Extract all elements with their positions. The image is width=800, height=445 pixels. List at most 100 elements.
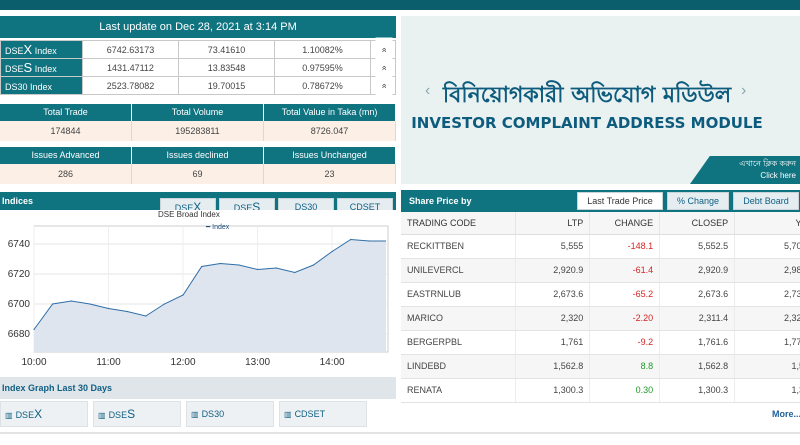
bar-chart-icon: ▥ bbox=[284, 410, 292, 419]
data-point bbox=[368, 240, 370, 242]
index-row[interactable]: DSES Index 1431.47112 13.83548 0.97595%» bbox=[0, 55, 396, 80]
graph30-title: Index Graph Last 30 Days bbox=[2, 383, 113, 393]
index-name-suffix: Index bbox=[32, 46, 57, 56]
trade-value-cell: 8726.047 bbox=[264, 121, 396, 141]
index-name-letter: S bbox=[23, 60, 33, 75]
index-name-letter: X bbox=[23, 42, 33, 57]
table-row[interactable]: LINDEBD1,562.88.81,562.81,554 bbox=[401, 354, 800, 379]
change-cell: -2.20 bbox=[589, 306, 661, 331]
column-header-trading-code[interactable]: TRADING CODE bbox=[401, 212, 517, 235]
table-row[interactable]: RECKITTBEN5,555-148.15,552.55,703.1 bbox=[401, 234, 800, 259]
tab-debt-board[interactable]: Debt Board bbox=[733, 192, 799, 210]
ltp-cell: 2,673.6 bbox=[515, 282, 591, 307]
legend-label: Index bbox=[212, 224, 230, 231]
table-row[interactable]: UNILEVERCL2,920.9-61.42,920.92,982.3 bbox=[401, 258, 800, 283]
x-tick-label: 13:00 bbox=[245, 357, 270, 368]
index-row[interactable]: DS30 Index 2523.78082 19.70015 0.78672%» bbox=[0, 73, 396, 98]
table-row[interactable]: RENATA1,300.30.301,300.31,300 bbox=[401, 378, 800, 403]
tab-percent-change[interactable]: % Change bbox=[667, 192, 729, 210]
bar-chart-icon: ▥ bbox=[5, 411, 13, 420]
bar-chart-icon: ▥ bbox=[191, 410, 199, 419]
share-price-tabs: Last Trade Price % Change Debt Board bbox=[577, 192, 799, 210]
index-change: 19.70015 bbox=[178, 76, 275, 95]
index-summary-table: DSEX Index 6742.63173 73.41610 1.10082%» DSE… bbox=[0, 37, 396, 98]
data-point bbox=[163, 303, 166, 305]
ltp-cell: 1,562.8 bbox=[515, 354, 591, 379]
graph30-dsex-button[interactable]: ▥ DSEX bbox=[0, 401, 88, 427]
index-name[interactable]: DS30 Index bbox=[0, 76, 83, 95]
change-cell: 0.30 bbox=[589, 378, 661, 403]
issues-value-cell: 23 bbox=[264, 164, 396, 184]
ycp-cell: 2,322.2 bbox=[734, 306, 800, 331]
ycp-cell: 2,738.8 bbox=[734, 282, 800, 307]
column-header-ycp[interactable]: YCP bbox=[734, 212, 800, 235]
graph30-dses-button[interactable]: ▥ DSES bbox=[93, 401, 181, 427]
trading-code-link[interactable]: MARICO bbox=[401, 306, 517, 331]
column-header-change[interactable]: CHANGE bbox=[589, 212, 661, 235]
index-row[interactable]: DSEX Index 6742.63173 73.41610 1.10082%» bbox=[0, 37, 396, 62]
top-strip bbox=[0, 0, 800, 10]
issues-header-cell: Issues Unchanged bbox=[264, 147, 396, 164]
index-name-text: DSE bbox=[5, 64, 24, 74]
column-header-closep[interactable]: CLOSEP bbox=[659, 212, 736, 235]
trading-code-link[interactable]: EASTRNLUB bbox=[401, 282, 517, 307]
change-cell: -61.4 bbox=[589, 258, 661, 283]
data-point bbox=[126, 310, 128, 313]
change-cell: -9.2 bbox=[589, 330, 661, 355]
ycp-cell: 5,703.1 bbox=[734, 234, 800, 259]
column-header-ltp[interactable]: LTP bbox=[515, 212, 591, 235]
table-row[interactable]: EASTRNLUB2,673.6-65.22,673.62,738.8 bbox=[401, 282, 800, 307]
data-point bbox=[70, 300, 72, 302]
trade-header-cell: Total Value in Taka (mn) bbox=[264, 104, 396, 121]
ltp-cell: 2,320 bbox=[515, 306, 591, 331]
ycp-cell: 1,770.2 bbox=[734, 330, 800, 355]
tab-last-trade-price[interactable]: Last Trade Price bbox=[577, 192, 663, 210]
table-row[interactable]: MARICO2,320-2.202,311.42,322.2 bbox=[401, 306, 800, 331]
index-graph-30-days-header: Index Graph Last 30 Days bbox=[0, 377, 396, 399]
click-here-bangla: এখানে ক্লিক করুন bbox=[739, 159, 796, 168]
trading-code-link[interactable]: UNILEVERCL bbox=[401, 258, 517, 283]
trade-header-row: Total Trade Total Volume Total Value in … bbox=[0, 104, 396, 121]
x-tick-label: 14:00 bbox=[320, 357, 345, 368]
ltp-cell: 2,920.9 bbox=[515, 258, 591, 283]
banner-click-here-button[interactable]: এখানে ক্লিক করুন Click here bbox=[690, 156, 800, 184]
index-percent: 1.10082% bbox=[274, 40, 371, 59]
button-label: DS30 bbox=[201, 409, 225, 419]
trade-header-cell: Total Trade bbox=[0, 104, 132, 121]
data-point bbox=[312, 264, 315, 266]
trade-value-cell: 174844 bbox=[0, 121, 132, 141]
ltp-cell: 1,300.3 bbox=[515, 378, 591, 403]
graph30-ds30-button[interactable]: ▥ DS30 bbox=[186, 401, 274, 427]
banner-english-title: INVESTOR COMPLAINT ADDRESS MODULE bbox=[411, 114, 763, 132]
closep-cell: 2,920.9 bbox=[659, 258, 736, 283]
x-tick-label: 10:00 bbox=[21, 357, 46, 368]
index-chart: 6680 6700 6720 6740 10:00 11:00 12:00 13:00 14:0… bbox=[0, 210, 396, 372]
y-tick-label: 6700 bbox=[8, 299, 31, 310]
bar-chart-icon: ▥ bbox=[98, 411, 106, 420]
ycp-cell: 1,300 bbox=[734, 378, 800, 403]
chart-title: DSE Broad Index bbox=[158, 210, 220, 219]
y-tick-label: 6740 bbox=[8, 239, 31, 250]
index-value: 6742.63173 bbox=[82, 40, 179, 59]
data-point bbox=[331, 250, 333, 253]
button-label-letter: S bbox=[127, 407, 136, 421]
trading-code-link[interactable]: LINDEBD bbox=[401, 354, 517, 379]
data-point bbox=[275, 267, 277, 269]
ycp-cell: 2,982.3 bbox=[734, 258, 800, 283]
change-cell: 8.8 bbox=[589, 354, 661, 379]
issues-value-cell: 286 bbox=[0, 164, 132, 184]
trading-code-link[interactable]: RENATA bbox=[401, 378, 517, 403]
more-link[interactable]: More... bbox=[772, 409, 800, 419]
trading-code-link[interactable]: RECKITTBEN bbox=[401, 234, 517, 259]
issues-value-row: 286 69 23 bbox=[0, 164, 396, 184]
data-point bbox=[350, 238, 352, 241]
index-name[interactable]: DSES Index bbox=[0, 58, 83, 77]
index-name[interactable]: DSEX Index bbox=[0, 40, 83, 59]
investor-complaint-banner[interactable]: ‹ › বিনিয়োগকারী অভিযোগ মডিউল INVESTOR C… bbox=[401, 16, 800, 184]
table-row[interactable]: BERGERPBL1,761-9.21,761.61,770.2 bbox=[401, 330, 800, 355]
closep-cell: 1,761.6 bbox=[659, 330, 736, 355]
closep-cell: 1,300.3 bbox=[659, 378, 736, 403]
trading-code-link[interactable]: BERGERPBL bbox=[401, 330, 517, 355]
graph30-cdset-button[interactable]: ▥ CDSET bbox=[279, 401, 367, 427]
change-cell: -148.1 bbox=[589, 234, 661, 259]
